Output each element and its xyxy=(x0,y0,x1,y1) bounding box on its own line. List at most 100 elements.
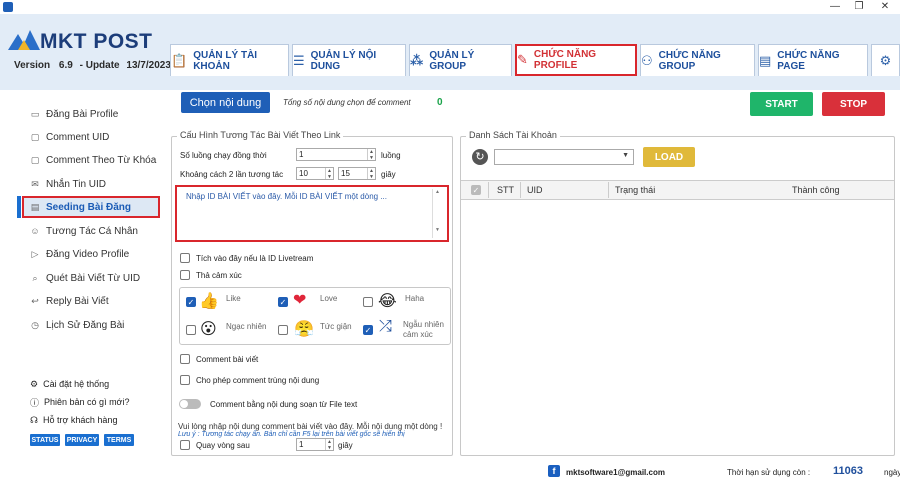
refresh-icon[interactable]: ↻ xyxy=(472,149,488,165)
edit-icon: ✎ xyxy=(517,52,528,67)
love-checkbox[interactable]: ✓ xyxy=(278,297,288,307)
accounts-legend: Danh Sách Tài Khoản xyxy=(466,130,560,140)
column-header-uid[interactable]: UID xyxy=(527,185,543,195)
angry-icon: 😤 xyxy=(294,321,314,338)
terms-badge[interactable]: TERMS xyxy=(104,434,134,446)
minimize-button[interactable]: — xyxy=(822,0,848,14)
account-select[interactable]: ▼ xyxy=(494,149,634,165)
tab-account-management[interactable]: 📋 QUẢN LÝ TÀI KHOẢN xyxy=(170,44,289,76)
loop-stepper[interactable]: 1 ▲ ▼ xyxy=(296,438,334,451)
sidebar-item-message-uid[interactable]: ✉ Nhắn Tin UID xyxy=(30,175,106,193)
comment-file-toggle[interactable] xyxy=(179,399,201,409)
tab-more[interactable]: ⚙ xyxy=(871,44,900,76)
livestream-checkbox[interactable] xyxy=(180,253,190,263)
reply-icon: ↩ xyxy=(31,295,39,306)
wow-label: Ngạc nhiên xyxy=(226,322,267,331)
clipboard-icon: 📋 xyxy=(171,52,188,68)
people-icon: ⚇ xyxy=(641,52,653,68)
threads-stepper[interactable]: 1 ▲ ▼ xyxy=(296,148,376,161)
angry-label: Tức giận xyxy=(320,322,352,331)
comment-hint-text: Lưu ý : Tương tác chạy ẩn. Bản chỉ cần F… xyxy=(178,431,405,438)
stop-button[interactable]: STOP xyxy=(822,92,885,116)
app-icon xyxy=(3,2,13,12)
loop-unit: giây xyxy=(338,441,353,450)
headset-icon: ☊ xyxy=(30,414,38,425)
tab-group-management[interactable]: ⁂ QUẢN LÝ GROUP xyxy=(409,44,512,76)
tab-content-management[interactable]: ☰ QUẢN LÝ NỘI DUNG xyxy=(292,44,406,76)
stepper-arrows[interactable]: ▲ ▼ xyxy=(325,168,333,180)
haha-checkbox[interactable] xyxy=(363,297,373,307)
stepper-arrows[interactable]: ▲ ▼ xyxy=(325,439,333,451)
seeding-icon: ▤ xyxy=(30,201,40,212)
version-info: Version 6.9 - Update 13/7/2023 xyxy=(14,60,171,71)
sidebar-item-scan-posts[interactable]: ⌕ Quét Bài Viết Từ UID xyxy=(30,269,140,287)
tab-group-functions[interactable]: ⚇ CHỨC NĂNG GROUP xyxy=(640,44,755,76)
status-badge[interactable]: STATUS xyxy=(30,434,60,446)
whats-new-link[interactable]: ⓘ Phiên bản có gì mới? xyxy=(30,395,129,409)
column-divider xyxy=(520,182,521,198)
close-button[interactable]: ✕ xyxy=(872,0,898,14)
angry-checkbox[interactable] xyxy=(278,325,288,335)
group-icon: ⁂ xyxy=(410,52,424,68)
post-id-placeholder: Nhập ID BÀI VIẾT vào đây. Mỗi ID BÀI VIẾ… xyxy=(186,192,387,201)
sidebar-item-comment-uid[interactable]: ▢ Comment UID xyxy=(30,128,110,146)
livestream-label: Tích vào đây nếu là ID Livetream xyxy=(196,254,314,263)
start-button[interactable]: START xyxy=(750,92,813,116)
threads-label: Số luồng chạy đồng thời xyxy=(180,151,267,160)
support-link[interactable]: ☊ Hỗ trợ khách hàng xyxy=(30,413,117,427)
support-email: mktsoftware1@gmail.com xyxy=(566,468,665,477)
expiry-days: 11063 xyxy=(833,465,863,477)
chevron-down-icon: ▼ xyxy=(622,152,629,159)
allow-duplicate-checkbox[interactable] xyxy=(180,375,190,385)
tab-profile-functions[interactable]: ✎ CHỨC NĂNG PROFILE xyxy=(515,44,637,76)
column-header-success[interactable]: Thành công xyxy=(792,185,840,195)
info-icon: ⓘ xyxy=(30,397,40,408)
random-label: Ngẫu nhiên cảm xúc xyxy=(403,320,444,339)
scan-icon: ⌕ xyxy=(32,272,38,283)
sidebar-item-reply[interactable]: ↩ Reply Bài Viết xyxy=(30,292,108,310)
comment-label: Comment bài viết xyxy=(196,355,259,364)
loop-label: Quay vòng sau xyxy=(196,441,250,450)
sidebar-item-history[interactable]: ◷ Lịch Sử Đăng Bài xyxy=(30,316,124,334)
emotion-checkbox[interactable] xyxy=(180,270,190,280)
interval-unit: giây xyxy=(381,170,396,179)
list-icon: ☰ xyxy=(293,52,305,68)
like-icon: 👍 xyxy=(199,293,219,310)
settings-icon: ⚙ xyxy=(879,52,892,68)
app-logo: MKT POST xyxy=(40,30,153,53)
sidebar-item-video-profile[interactable]: ▷ Đăng Video Profile xyxy=(30,245,130,263)
video-icon: ▷ xyxy=(31,248,39,259)
facebook-icon: f xyxy=(548,465,560,477)
tab-page-functions[interactable]: ▤ CHỨC NĂNG PAGE xyxy=(758,44,868,76)
love-label: Love xyxy=(320,294,338,303)
sidebar-item-post-profile[interactable]: ▭ Đăng Bài Profile xyxy=(30,105,119,123)
sidebar-item-comment-keyword[interactable]: ▢ Comment Theo Từ Khóa xyxy=(30,151,157,169)
comment-info-text: Vui lòng nhập nội dung comment bài viết … xyxy=(178,422,443,431)
sidebar-item-seeding[interactable]: ▤ Seeding Bài Đăng xyxy=(30,198,131,216)
total-content-count: 0 xyxy=(437,97,443,108)
interval-to-stepper[interactable]: 15 ▲ ▼ xyxy=(338,167,376,180)
interval-from-stepper[interactable]: 10 ▲ ▼ xyxy=(296,167,334,180)
textarea-scrollbar[interactable]: ▲ ▼ xyxy=(432,189,442,238)
wow-checkbox[interactable] xyxy=(186,325,196,335)
like-checkbox[interactable]: ✓ xyxy=(186,297,196,307)
sidebar-item-personal-interact[interactable]: ☺ Tương Tác Cá Nhân xyxy=(30,222,138,240)
privacy-badge[interactable]: PRIVACY xyxy=(65,434,99,446)
column-header-status[interactable]: Trạng thái xyxy=(615,185,655,195)
select-all-checkbox[interactable]: ✓ xyxy=(471,185,481,195)
restore-button[interactable]: ❐ xyxy=(846,0,872,14)
stepper-arrows[interactable]: ▲ ▼ xyxy=(367,168,375,180)
column-header-stt[interactable]: STT xyxy=(497,185,514,195)
choose-content-button[interactable]: Chọn nội dung xyxy=(181,92,270,113)
love-icon: ❤ xyxy=(293,292,307,309)
comment-checkbox[interactable] xyxy=(180,354,190,364)
loop-checkbox[interactable] xyxy=(180,440,190,450)
random-checkbox[interactable]: ✓ xyxy=(363,325,373,335)
load-button[interactable]: LOAD xyxy=(643,147,695,167)
interact-icon: ☺ xyxy=(30,226,40,236)
system-settings-link[interactable]: ⚙ Cài đặt hệ thống xyxy=(30,377,109,391)
column-divider xyxy=(608,182,609,198)
config-legend: Cấu Hình Tương Tác Bài Viết Theo Link xyxy=(177,130,344,140)
document-icon: ▤ xyxy=(759,52,772,68)
stepper-arrows[interactable]: ▲ ▼ xyxy=(367,149,375,161)
